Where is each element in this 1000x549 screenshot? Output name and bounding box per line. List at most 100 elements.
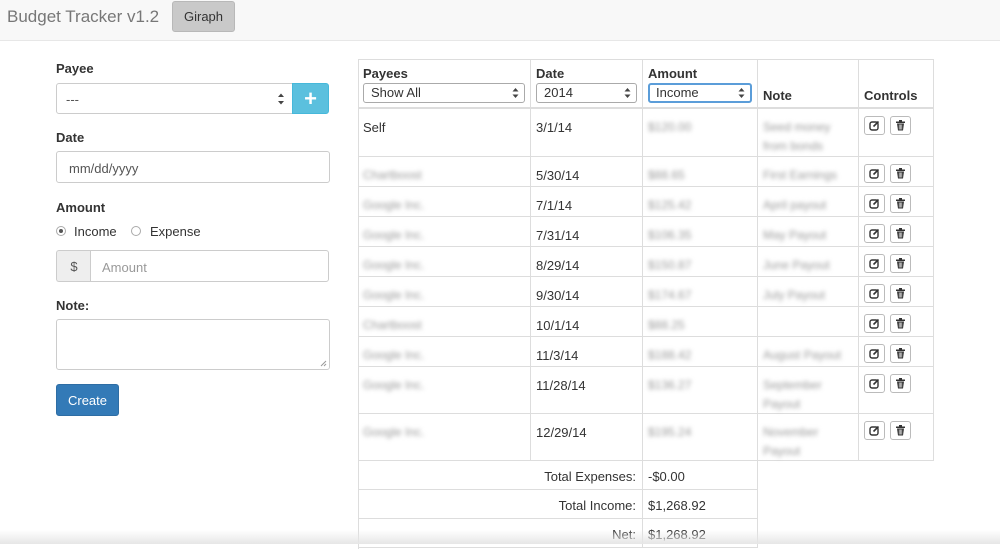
amount-cell: $106.35	[643, 217, 758, 247]
create-button[interactable]: Create	[56, 384, 119, 416]
delete-button[interactable]	[890, 224, 911, 243]
app-title[interactable]: Budget Tracker v1.2	[7, 7, 159, 27]
controls-cell	[859, 367, 934, 414]
amount-text: $106.35	[648, 228, 692, 242]
payees-filter-select[interactable]: Show All	[363, 83, 525, 103]
delete-button[interactable]	[890, 314, 911, 333]
amount-filter-value: Income	[656, 85, 699, 100]
amount-cell: $195.24	[643, 414, 758, 461]
header-controls-title: Controls	[864, 88, 918, 103]
amount-text: $195.24	[648, 425, 692, 439]
date-text: 7/31/14	[536, 228, 580, 243]
controls-cell	[859, 307, 934, 337]
payee-cell: Google Inc.	[358, 367, 531, 414]
add-payee-button[interactable]: +	[292, 83, 329, 114]
date-cell: 8/29/14	[531, 247, 643, 277]
total-value: $1,268.92	[648, 498, 706, 513]
total-value-cell: -$0.00	[643, 461, 758, 490]
delete-button[interactable]	[890, 116, 911, 135]
controls-cell	[859, 247, 934, 277]
navbar: Budget Tracker v1.2 Giraph	[0, 0, 1000, 41]
payee-cell: Google Inc.	[358, 187, 531, 217]
edit-icon	[869, 318, 880, 329]
trash-icon	[896, 168, 905, 179]
edit-button[interactable]	[864, 254, 885, 273]
payee-text: Google Inc.	[363, 348, 425, 362]
date-filter-select[interactable]: 2014	[536, 83, 637, 103]
edit-button[interactable]	[864, 374, 885, 393]
trash-icon	[896, 258, 905, 269]
select-arrows-icon	[278, 93, 284, 105]
edit-button[interactable]	[864, 284, 885, 303]
header-date-title: Date	[536, 66, 565, 81]
trash-icon	[896, 198, 905, 209]
resize-handle-icon[interactable]	[320, 360, 327, 367]
date-text: 11/28/14	[536, 378, 586, 393]
amount-text: $120.00	[648, 120, 692, 134]
amount-text: $88.25	[648, 318, 685, 332]
delete-button[interactable]	[890, 194, 911, 213]
income-radio[interactable]	[56, 226, 66, 236]
amount-cell: $174.67	[643, 277, 758, 307]
trash-icon	[896, 348, 905, 359]
payee-cell: Chartboost	[358, 157, 531, 187]
delete-button[interactable]	[890, 164, 911, 183]
date-field[interactable]: mm/dd/yyyy	[56, 151, 330, 183]
edit-button[interactable]	[864, 344, 885, 363]
delete-button[interactable]	[890, 344, 911, 363]
payee-cell: Google Inc.	[358, 337, 531, 367]
date-text: 9/30/14	[536, 288, 580, 303]
trash-icon	[896, 318, 905, 329]
edit-button[interactable]	[864, 164, 885, 183]
delete-button[interactable]	[890, 254, 911, 273]
controls-cell	[859, 414, 934, 461]
date-text: 10/1/14	[536, 318, 580, 333]
amount-cell: $125.42	[643, 187, 758, 217]
edit-button[interactable]	[864, 194, 885, 213]
expense-radio-label[interactable]: Expense	[150, 224, 201, 239]
trash-icon	[896, 288, 905, 299]
controls-cell	[859, 157, 934, 187]
payee-label: Payee	[56, 61, 94, 76]
edit-button[interactable]	[864, 421, 885, 440]
amount-label: Amount	[56, 200, 106, 215]
trash-icon	[896, 378, 905, 389]
currency-addon: $	[56, 250, 91, 282]
payee-text: Google Inc.	[363, 198, 425, 212]
edit-button[interactable]	[864, 314, 885, 333]
note-cell	[758, 307, 859, 337]
payee-cell: Google Inc.	[358, 414, 531, 461]
edit-button[interactable]	[864, 116, 885, 135]
giraph-button[interactable]: Giraph	[172, 1, 235, 32]
amount-cell: $88.25	[643, 307, 758, 337]
date-cell: 7/1/14	[531, 187, 643, 217]
date-cell: 7/31/14	[531, 217, 643, 247]
note-cell: Seed money from bonds	[758, 109, 859, 157]
expense-radio[interactable]	[131, 226, 141, 236]
note-label: Note:	[56, 298, 90, 313]
edit-icon	[869, 378, 880, 389]
note-cell: September Payout	[758, 367, 859, 414]
payee-text: Google Inc.	[363, 228, 425, 242]
note-cell: April payout	[758, 187, 859, 217]
total-label: Total Income:	[558, 498, 636, 513]
income-radio-label[interactable]: Income	[74, 224, 117, 239]
payee-cell: Google Inc.	[358, 247, 531, 277]
note-textarea[interactable]	[56, 319, 330, 370]
date-cell: 10/1/14	[531, 307, 643, 337]
payee-select[interactable]: ---	[56, 83, 293, 114]
date-text: 3/1/14	[536, 120, 573, 135]
delete-button[interactable]	[890, 421, 911, 440]
note-text: Seed money from bonds	[763, 120, 831, 153]
delete-button[interactable]	[890, 284, 911, 303]
payee-cell: Self	[358, 109, 531, 157]
edit-icon	[869, 258, 880, 269]
edit-icon	[869, 425, 880, 436]
amount-input[interactable]: Amount	[90, 250, 329, 282]
edit-button[interactable]	[864, 224, 885, 243]
delete-button[interactable]	[890, 374, 911, 393]
date-label: Date	[56, 130, 85, 145]
amount-filter-select[interactable]: Income	[648, 83, 752, 103]
header-note-title: Note	[763, 88, 792, 103]
payee-text: Chartboost	[363, 168, 422, 182]
